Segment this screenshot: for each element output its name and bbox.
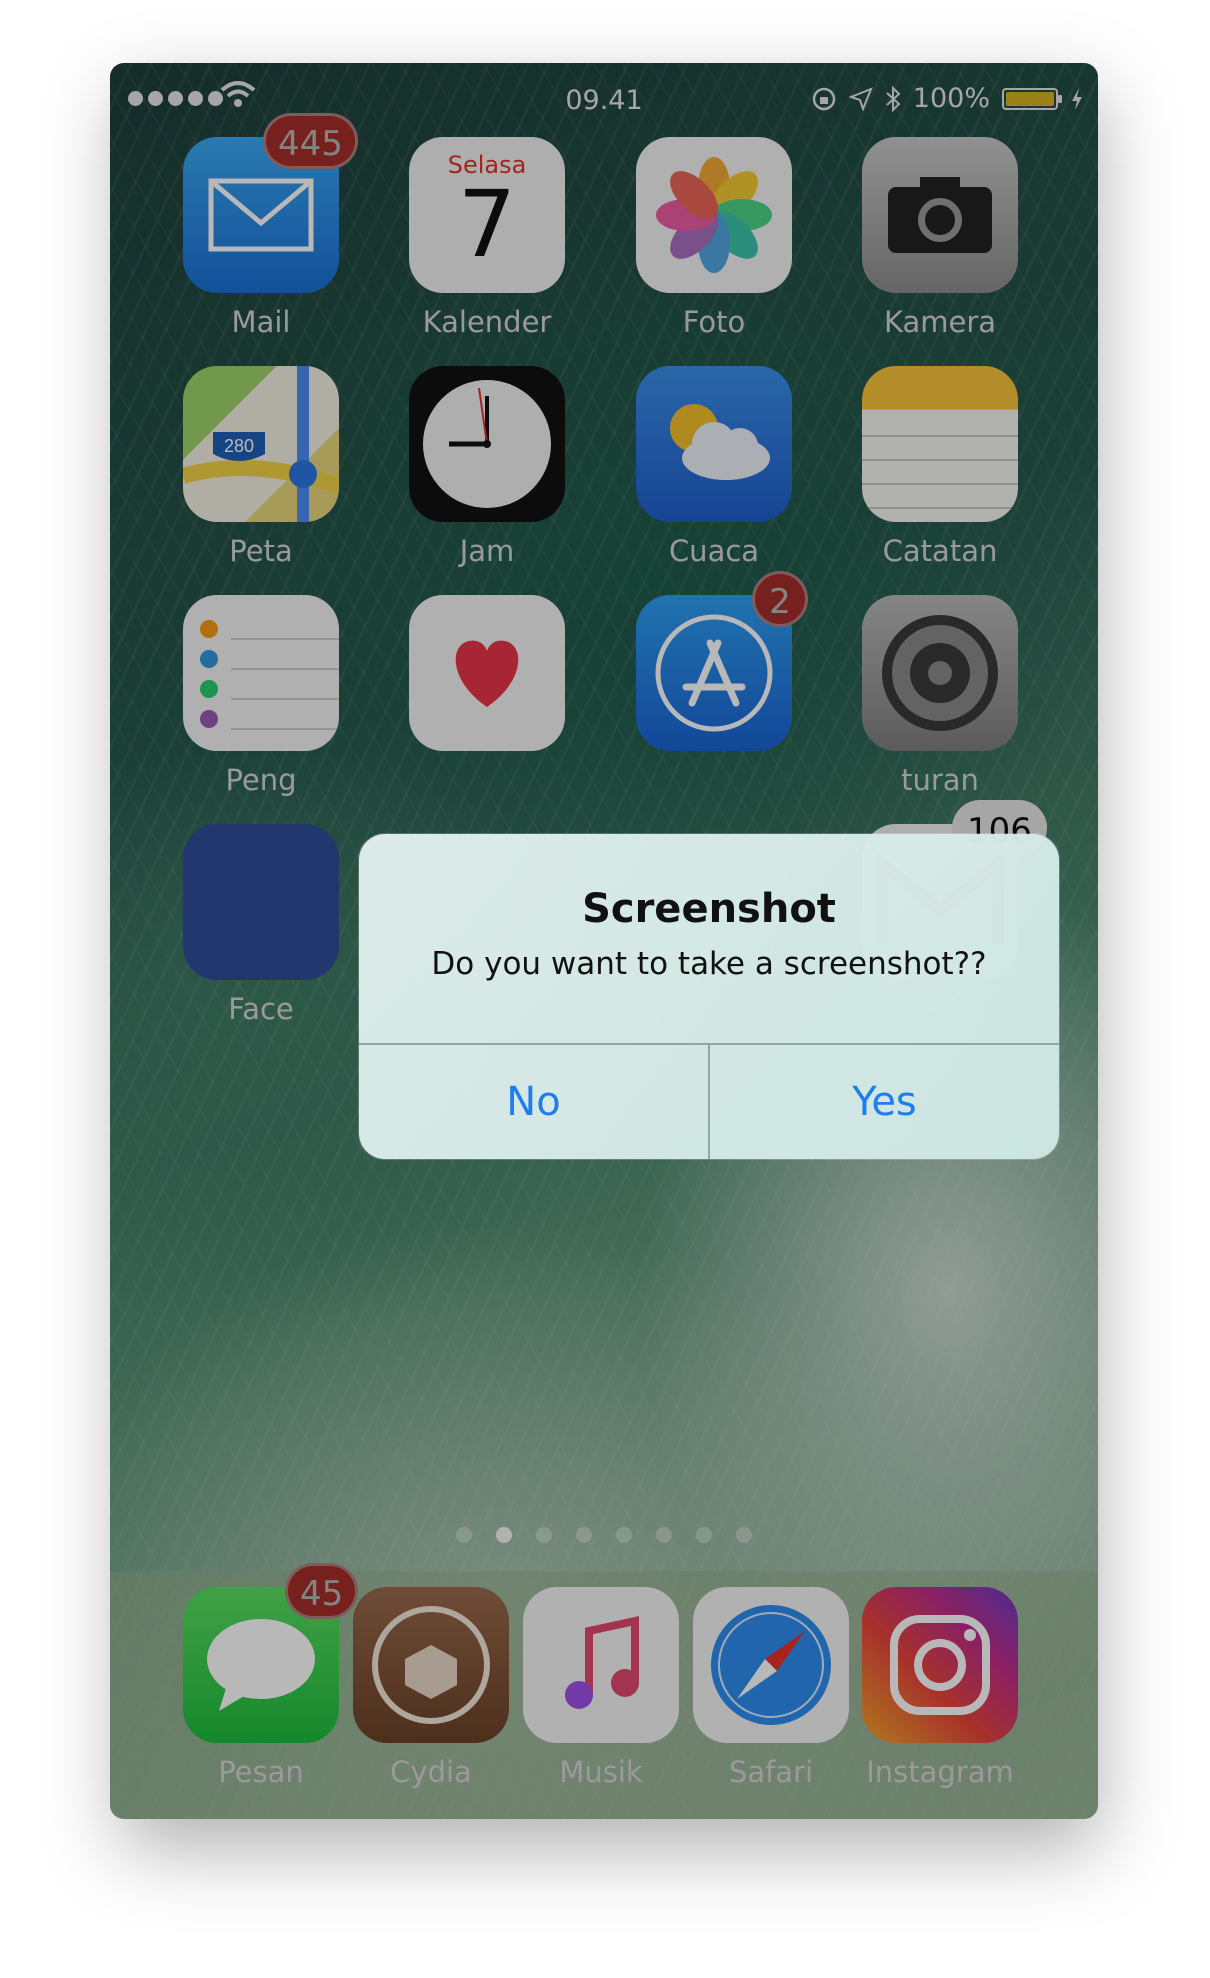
- screenshot-alert-dialog: Screenshot Do you want to take a screens…: [359, 834, 1059, 1159]
- phone-screen: 09.41 100% Mail 445 Selasa 7 Kalender Fo…: [110, 63, 1098, 1819]
- alert-title: Screenshot: [582, 886, 836, 932]
- alert-message: Do you want to take a screenshot??: [431, 946, 987, 982]
- yes-button[interactable]: Yes: [710, 1045, 1059, 1159]
- no-button[interactable]: No: [359, 1045, 708, 1159]
